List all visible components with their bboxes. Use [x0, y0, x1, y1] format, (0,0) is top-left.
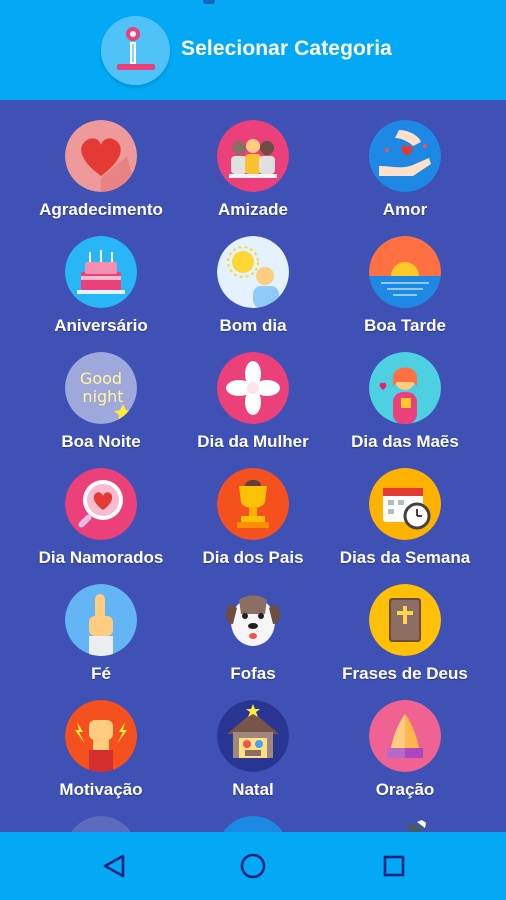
magnifier-heart-icon [65, 468, 137, 540]
cake-icon [65, 236, 137, 308]
bible-icon [369, 584, 441, 656]
category-icon [65, 816, 137, 832]
app-logo-icon [101, 16, 170, 85]
friends-icon [217, 120, 289, 192]
home-circle-icon[interactable] [235, 850, 271, 882]
mother-icon [369, 352, 441, 424]
category-item-dia-dos-pais[interactable]: Dia dos Pais [169, 448, 337, 567]
svg-text:Good: Good [80, 369, 122, 388]
category-grid[interactable]: Agradecimento Amizade Amor Aniversário B… [0, 100, 506, 832]
category-item-frases-de-deus[interactable]: Frases de Deus [321, 564, 489, 683]
category-item-natal[interactable]: Natal [169, 680, 337, 799]
category-item-oracao[interactable]: Oração [321, 680, 489, 799]
category-item-partial[interactable] [321, 796, 489, 832]
sun-person-icon [217, 236, 289, 308]
page-title: Selecionar Categoria [181, 37, 392, 60]
fist-icon [65, 700, 137, 772]
hands-heart-icon [369, 120, 441, 192]
category-item-dia-da-mulher[interactable]: Dia da Mulher [169, 332, 337, 451]
dog-icon [217, 584, 289, 656]
category-item-dias-da-semana[interactable]: Dias da Semana [321, 448, 489, 567]
calendar-clock-icon [369, 468, 441, 540]
flower-icon [217, 352, 289, 424]
category-item-amor[interactable]: Amor [321, 100, 489, 219]
good-night-icon: Good night [65, 352, 137, 424]
category-item-amizade[interactable]: Amizade [169, 100, 337, 219]
category-item-dia-namorados[interactable]: Dia Namorados [17, 448, 185, 567]
sunset-icon [369, 236, 441, 308]
praying-hands-icon [369, 700, 441, 772]
heart-icon [65, 120, 137, 192]
svg-text:night: night [82, 387, 123, 406]
category-item-motivacao[interactable]: Motivação [17, 680, 185, 799]
status-indicator [203, 0, 215, 4]
category-item-partial[interactable] [17, 796, 185, 832]
category-item-bom-dia[interactable]: Bom dia [169, 216, 337, 335]
category-item-fofas[interactable]: Fofas [169, 564, 337, 683]
category-item-agradecimento[interactable]: Agradecimento [17, 100, 185, 219]
category-icon [217, 816, 289, 832]
category-item-fe[interactable]: Fé [17, 564, 185, 683]
category-item-boa-tarde[interactable]: Boa Tarde [321, 216, 489, 335]
pointing-hand-icon [65, 584, 137, 656]
category-item-partial[interactable] [169, 796, 337, 832]
category-item-aniversario[interactable]: Aniversário [17, 216, 185, 335]
category-item-dia-das-maes[interactable]: Dia das Maẽs [321, 332, 489, 451]
category-icon [369, 816, 441, 832]
recents-square-icon[interactable] [376, 850, 412, 882]
trophy-icon [217, 468, 289, 540]
app-bar: Selecionar Categoria [0, 0, 506, 100]
back-triangle-icon[interactable] [96, 850, 132, 882]
navigation-bar [0, 832, 506, 900]
nativity-icon [217, 700, 289, 772]
category-item-boa-noite[interactable]: Good night Boa Noite [17, 332, 185, 451]
